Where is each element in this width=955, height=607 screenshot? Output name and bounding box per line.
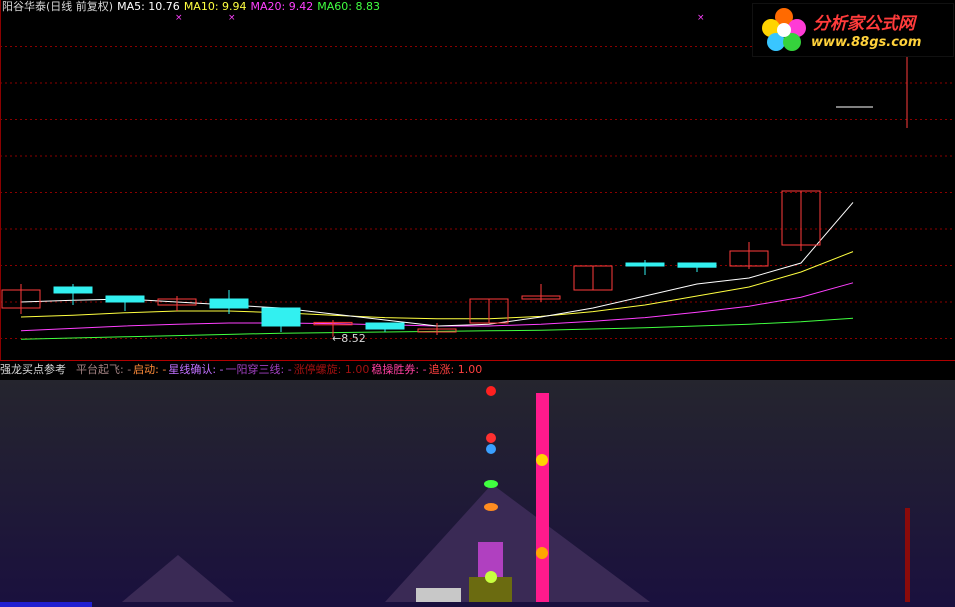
red-ball-icon: [486, 433, 496, 443]
logo-title: 分析家公式网: [813, 14, 915, 34]
signal-marker: ×: [697, 13, 705, 23]
ma5-value: MA5: 10.76: [117, 0, 180, 13]
pink-bar: [536, 393, 549, 602]
candle-body: [209, 298, 249, 309]
legend-steady-win: 稳操胜券: -: [371, 363, 427, 376]
green-gem-icon: [484, 480, 498, 488]
signal-marker: ×: [228, 13, 236, 23]
candle-body: [261, 307, 301, 327]
gray-block: [416, 588, 461, 602]
signal-marker: ×: [175, 13, 183, 23]
up-arrow-icon: [536, 454, 548, 466]
apple-icon: [485, 571, 497, 583]
legend-yang-three: 一阳穿三线: -: [225, 363, 292, 376]
price-legend: 阳谷华泰(日线 前复权) MA5: 10.76 MA10: 9.94 MA20: 9.…: [2, 0, 384, 14]
flower-icon: [762, 8, 806, 51]
scroll-indicator[interactable]: [0, 602, 92, 607]
legend-chase: 追涨: 1.00: [428, 363, 483, 376]
low-price-label: ←8.52: [332, 332, 366, 345]
candle-body: [365, 322, 405, 330]
chart-canvas[interactable]: × × ×: [0, 0, 955, 607]
candle-body: [105, 295, 145, 303]
logo-url: www.88gs.com: [811, 35, 922, 50]
candle-body: [677, 262, 717, 268]
red-bar-right: [905, 508, 910, 602]
heart-icon: [486, 386, 496, 396]
ma10-value: MA10: 9.94: [183, 0, 247, 13]
legend-start: 启动: -: [133, 363, 167, 376]
indicator-name: 强龙买点参考: [0, 363, 66, 376]
candle-body: [625, 262, 665, 267]
indicator-legend: 强龙买点参考 平台起飞: - 启动: - 星线确认: - 一阳穿三线: - 涨停螺旋: 1…: [0, 362, 484, 378]
stock-title: 阳谷华泰(日线 前复权): [2, 0, 114, 13]
fruit-icon: [536, 547, 548, 559]
legend-platform: 平台起飞: -: [76, 363, 132, 376]
candle-body: [53, 286, 93, 294]
blue-ball-icon: [486, 444, 496, 454]
logo: 分析家公式网 www.88gs.com: [752, 3, 954, 57]
legend-limit-spiral: 涨停螺旋: 1.00: [293, 363, 370, 376]
ma20-value: MA20: 9.42: [250, 0, 314, 13]
legend-star-confirm: 星线确认: -: [168, 363, 224, 376]
ma60-value: MA60: 8.83: [317, 0, 380, 13]
orange-gem-icon: [484, 503, 498, 511]
